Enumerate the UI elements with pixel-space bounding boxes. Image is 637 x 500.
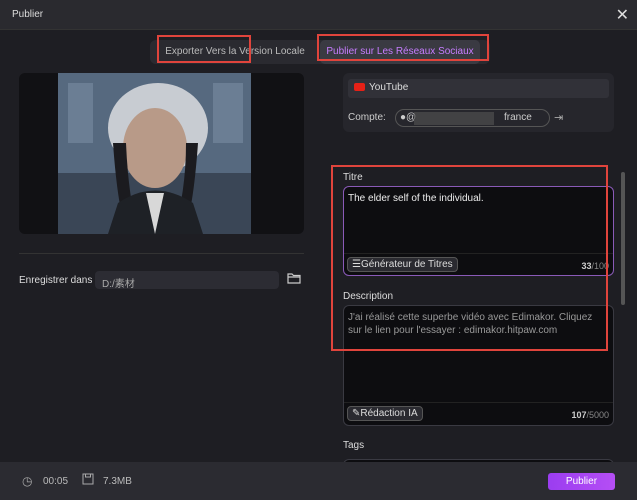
account-suffix: france: [504, 112, 532, 123]
platform-selector[interactable]: YouTube: [348, 79, 609, 98]
logout-icon[interactable]: ⇥: [554, 111, 563, 124]
file-size-icon: [82, 473, 94, 488]
folder-icon[interactable]: [287, 272, 301, 287]
title-input[interactable]: The elder self of the individual. ☰Génér…: [343, 186, 614, 276]
platform-name: YouTube: [369, 82, 409, 93]
description-count: 107: [571, 410, 587, 420]
title-generator-button[interactable]: ☰Générateur de Titres: [347, 257, 458, 272]
account-selector[interactable]: ●@ france: [395, 109, 550, 127]
description-max: /5000: [586, 410, 609, 420]
file-size: 7.3MB: [103, 476, 132, 487]
title-generator-label: Générateur de Titres: [360, 259, 453, 270]
title-value: The elder self of the individual.: [348, 193, 484, 204]
save-path-input[interactable]: D:/素材: [95, 271, 279, 290]
save-location-label: Enregistrer dans: [19, 275, 93, 286]
window-title: Publier: [12, 9, 44, 20]
description-value: J'ai réalisé cette superbe vidéo avec Ed…: [348, 312, 593, 336]
description-input[interactable]: J'ai réalisé cette superbe vidéo avec Ed…: [343, 305, 614, 426]
youtube-icon: [354, 83, 365, 91]
tab-publish-social[interactable]: Publier sur Les Réseaux Sociaux: [320, 40, 480, 64]
scrollbar[interactable]: [621, 172, 625, 305]
title-max: /100: [591, 261, 609, 271]
title-label: Titre: [343, 172, 363, 183]
tags-label: Tags: [343, 440, 365, 451]
title-count: 33: [581, 261, 592, 271]
generator-icon: ☰: [352, 259, 361, 270]
account-name-redacted: [414, 112, 494, 125]
video-preview[interactable]: [19, 73, 304, 234]
ai-writing-label: Rédaction IA: [360, 408, 418, 419]
footer: ◷ 00:05 7.3MB: [0, 462, 637, 500]
ai-writing-button[interactable]: ✎Rédaction IA: [347, 406, 423, 421]
publish-button[interactable]: Publier: [548, 473, 615, 490]
platform-card: YouTube Compte: ●@ france ⇥: [343, 73, 614, 132]
tab-export-local[interactable]: Exporter Vers la Version Locale: [160, 40, 310, 64]
divider: [344, 253, 613, 254]
close-icon[interactable]: ✕: [616, 5, 629, 25]
description-char-count: 107/5000: [571, 410, 609, 420]
duration: 00:05: [43, 476, 69, 487]
account-label: Compte:: [348, 112, 386, 123]
tab-bar: Exporter Vers la Version Locale Publier …: [150, 40, 490, 64]
description-label: Description: [343, 291, 394, 302]
title-char-count: 33/100: [581, 261, 609, 271]
clock-icon: ◷: [22, 474, 33, 488]
divider: [344, 402, 613, 403]
divider: [19, 253, 304, 254]
video-thumbnail: [58, 73, 251, 234]
title-bar: Publier ✕: [0, 0, 637, 30]
